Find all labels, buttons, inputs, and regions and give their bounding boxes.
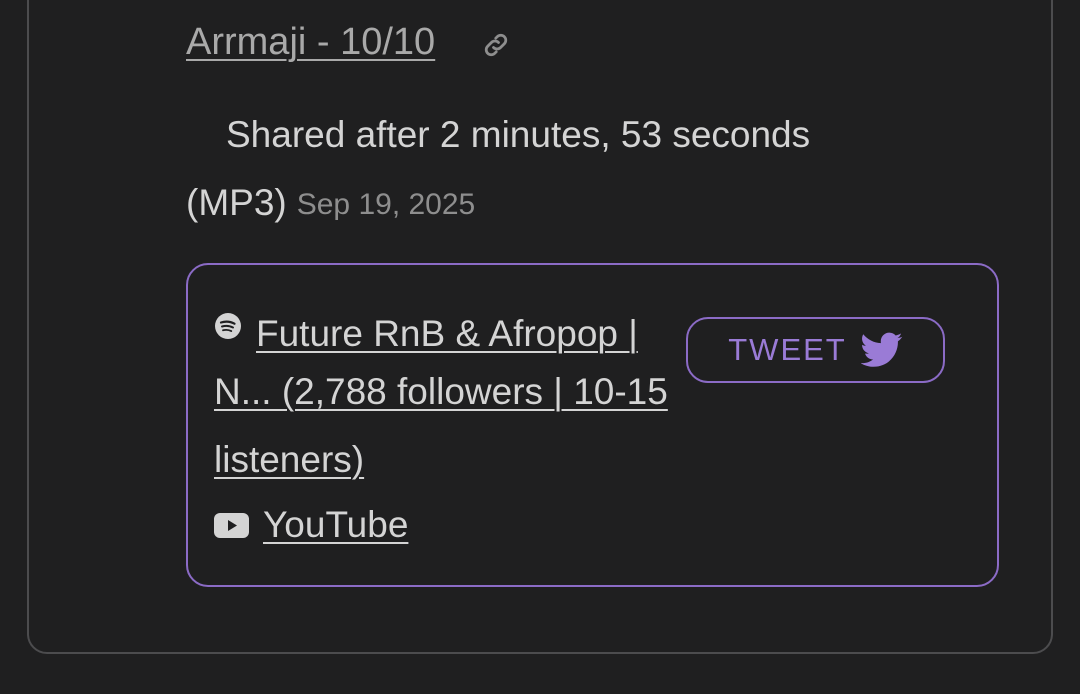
youtube-icon	[214, 513, 249, 538]
reviewer-link[interactable]: Arrmaji - 10/10	[186, 18, 435, 66]
shared-time-text: Shared after 2 minutes, 53 seconds	[226, 114, 811, 155]
spotify-icon	[215, 313, 241, 339]
format-label: (MP3)	[186, 182, 287, 223]
youtube-link[interactable]: YouTube	[263, 500, 408, 550]
tweet-button[interactable]: TWEET	[686, 317, 945, 383]
twitter-bird-icon	[860, 332, 903, 367]
link-icon[interactable]	[481, 30, 511, 60]
date-label: Sep 19, 2025	[296, 188, 476, 221]
playlist-link-continued[interactable]: N... (2,788 followers | 10-15 listeners)	[214, 358, 694, 494]
tweet-label: TWEET	[728, 332, 847, 367]
format-and-date: (MP3) Sep 19, 2025	[186, 180, 475, 229]
